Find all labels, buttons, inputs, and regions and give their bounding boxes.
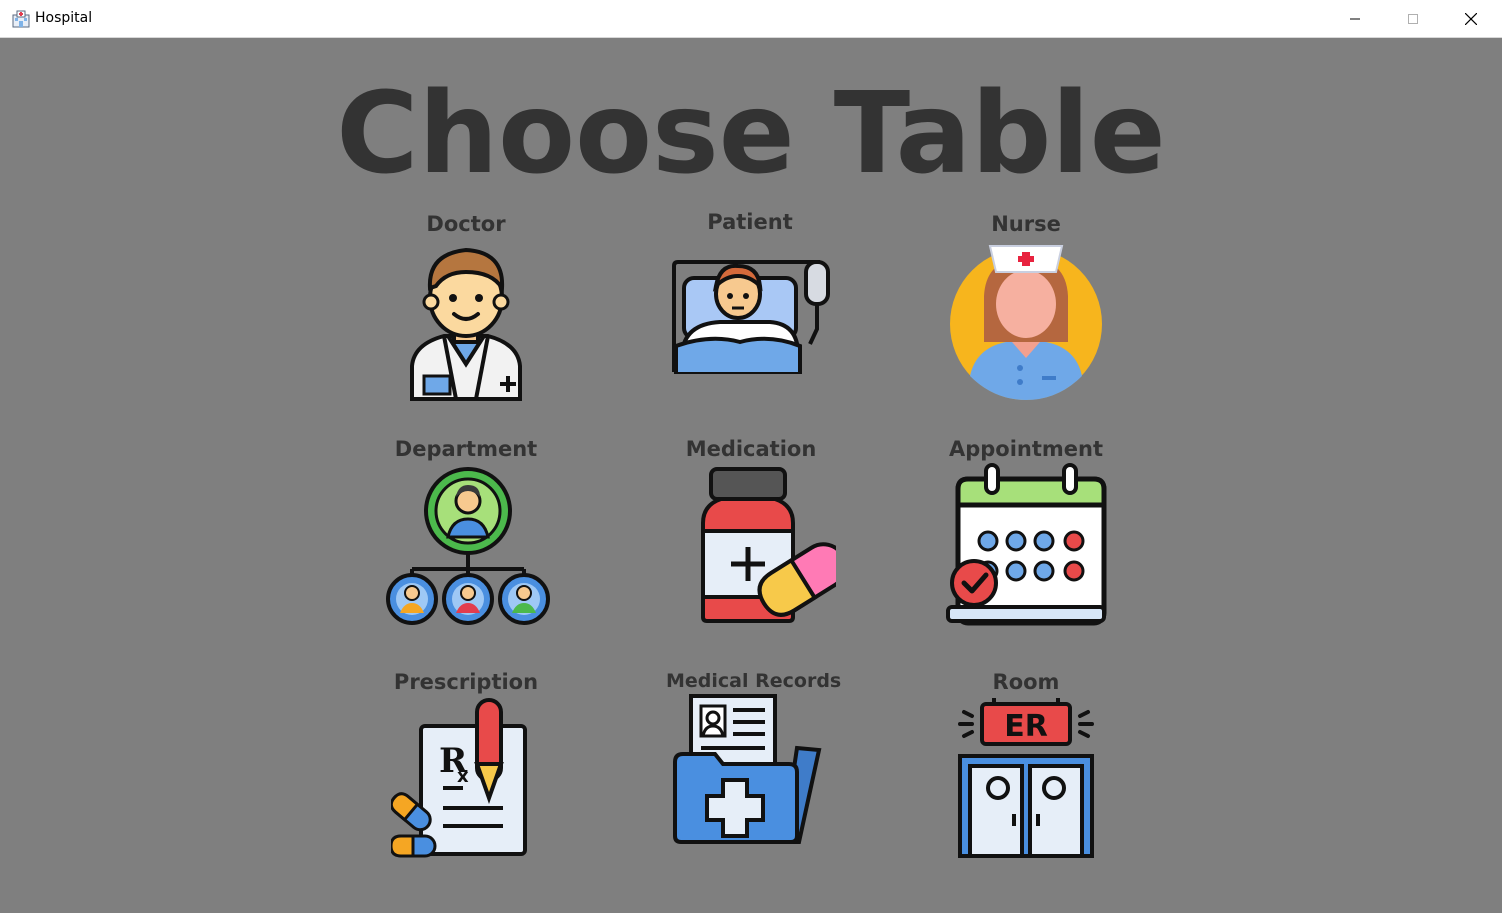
medical-records-folder-icon [673,694,822,844]
minimize-button[interactable] [1326,0,1384,38]
title-bar: Hospital [0,0,1502,38]
hospital-icon [11,10,31,28]
maximize-button[interactable] [1384,0,1442,38]
tile-doctor[interactable]: Doctor [386,212,546,401]
tile-label-doctor: Doctor [426,212,506,236]
doctor-icon [410,247,522,401]
svg-text:ER: ER [1004,709,1048,744]
tile-label-patient: Patient [707,210,793,234]
close-icon [1465,13,1477,25]
patient-bed-icon [672,260,830,374]
appointment-calendar-icon [946,463,1107,626]
tile-label-nurse: Nurse [991,212,1061,236]
tile-medical-records[interactable]: Medical Records [666,670,842,852]
window-title: Hospital [35,10,93,26]
maximize-icon [1408,14,1418,24]
nurse-icon [950,245,1102,400]
tile-nurse[interactable]: Nurse [946,212,1106,401]
tile-department[interactable]: Department [386,437,550,626]
tile-patient[interactable]: Patient [670,210,830,374]
prescription-icon: R x [391,698,527,858]
tile-label-department: Department [394,437,538,461]
er-room-icon: ER [958,698,1094,858]
page-title: Choose Table [336,69,1166,199]
tile-label-appointment: Appointment [948,437,1104,461]
minimize-icon [1350,18,1360,20]
tile-prescription[interactable]: Prescription R x [386,670,546,859]
tile-label-medical-records: Medical Records [666,670,842,692]
department-hierarchy-icon [386,467,550,625]
tile-appointment[interactable]: Appointment [946,437,1107,626]
tile-label-medication: Medication [685,437,817,461]
close-button[interactable] [1442,0,1500,38]
tile-medication[interactable]: Medication [671,437,836,626]
medication-bottle-icon [701,467,836,623]
tile-label-room: Room [992,670,1060,694]
svg-text:x: x [457,766,469,787]
tile-room[interactable]: Room ER [946,670,1106,859]
tile-label-prescription: Prescription [393,670,539,694]
